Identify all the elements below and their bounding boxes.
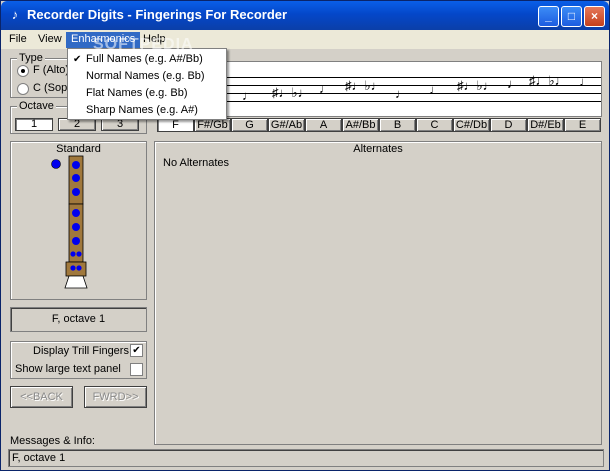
trill-fingers-checkbox[interactable]: ✔	[130, 344, 143, 357]
note-button-g-sharp[interactable]: G#/Ab	[268, 118, 305, 132]
dropdown-item-label: Sharp Names (e.g. A#)	[86, 104, 198, 116]
note-button-f[interactable]: F	[157, 118, 194, 132]
radio-c-soprano-label: C (Sop	[33, 82, 68, 94]
finger-hole-double	[76, 251, 82, 257]
radio-c-soprano[interactable]	[17, 83, 29, 95]
note-asharp-glyph: ♯♩♭♩	[345, 78, 384, 93]
menu-view[interactable]: View	[33, 32, 67, 48]
forward-button[interactable]: FWRD>>	[84, 386, 147, 408]
note-d-glyph: ♩	[507, 76, 520, 91]
status-bar: F, octave 1	[8, 449, 604, 467]
dropdown-item-flat-names[interactable]: Flat Names (e.g. Bb)	[68, 85, 226, 102]
note-button-b[interactable]: B	[379, 118, 416, 132]
large-text-checkbox[interactable]	[130, 363, 143, 376]
note-c-glyph: ♩	[429, 82, 442, 97]
radio-f-alto[interactable]	[17, 65, 29, 77]
check-icon: ✔	[73, 54, 82, 65]
back-button[interactable]: <<BACK	[10, 386, 73, 408]
close-button[interactable]: ×	[584, 6, 605, 27]
note-dsharp-glyph: ♯♩♭♩	[529, 73, 568, 88]
no-alternates-text: No Alternates	[163, 157, 230, 169]
octave-group-label: Octave	[17, 100, 56, 112]
recorder-fingering-diagram	[51, 155, 88, 289]
note-button-a-sharp[interactable]: A#/Bb	[342, 118, 379, 132]
messages-label: Messages & Info:	[10, 435, 95, 447]
finger-hole	[72, 174, 80, 182]
large-text-label: Show large text panel	[15, 363, 121, 375]
note-a-glyph: ♩	[319, 81, 332, 96]
menu-file[interactable]: File	[4, 32, 32, 48]
finger-hole	[72, 209, 80, 217]
trill-fingers-label: Display Trill Fingers	[33, 345, 129, 357]
dropdown-item-full-names[interactable]: ✔ Full Names (e.g. A#/Bb)	[68, 51, 226, 68]
thumb-hole	[51, 159, 61, 169]
radio-f-alto-label: F (Alto)	[33, 64, 70, 76]
alternates-panel: Alternates No Alternates	[154, 141, 602, 445]
menu-bar: File View Enharmonics Help	[1, 30, 609, 49]
menu-enharmonics[interactable]: Enharmonics	[66, 32, 141, 48]
alternates-panel-title: Alternates	[353, 143, 403, 155]
finger-hole	[72, 188, 80, 196]
options-panel: Display Trill Fingers ✔ Show large text …	[10, 341, 147, 379]
note-e-glyph: ♩	[579, 74, 592, 89]
finger-hole	[72, 237, 80, 245]
finger-hole	[72, 161, 80, 169]
note-g-glyph: ♩	[242, 88, 255, 103]
current-note-readout: F, octave 1	[10, 307, 147, 332]
dropdown-item-normal-names[interactable]: Normal Names (e.g. Bb)	[68, 68, 226, 85]
recorder-bell	[64, 275, 88, 289]
note-button-c[interactable]: C	[416, 118, 453, 132]
note-gsharp-glyph: ♯♩♭♩	[272, 85, 311, 100]
note-b-glyph: ♩	[395, 86, 408, 101]
note-button-d[interactable]: D	[490, 118, 527, 132]
standard-panel: Standard	[10, 141, 147, 300]
finger-hole-double	[76, 265, 82, 271]
finger-hole-double	[70, 251, 76, 257]
dropdown-item-sharp-names[interactable]: Sharp Names (e.g. A#)	[68, 102, 226, 119]
app-window: ♪ Recorder Digits - Fingerings For Recor…	[0, 0, 610, 471]
window-title: Recorder Digits - Fingerings For Recorde…	[27, 7, 288, 22]
note-button-a[interactable]: A	[305, 118, 342, 132]
menu-help[interactable]: Help	[138, 32, 171, 48]
maximize-button[interactable]: □	[561, 6, 582, 27]
minimize-button[interactable]: _	[538, 6, 559, 27]
type-group-label: Type	[17, 52, 45, 64]
recorder-foot	[65, 261, 87, 277]
title-bar: ♪ Recorder Digits - Fingerings For Recor…	[1, 1, 609, 30]
enharmonics-dropdown: ✔ Full Names (e.g. A#/Bb) Normal Names (…	[67, 48, 227, 120]
finger-hole	[72, 223, 80, 231]
dropdown-item-label: Flat Names (e.g. Bb)	[86, 87, 188, 99]
finger-hole-double	[70, 265, 76, 271]
dropdown-item-label: Full Names (e.g. A#/Bb)	[86, 53, 203, 65]
recorder-app-icon: ♪	[11, 7, 19, 22]
note-csharp-glyph: ♯♩♭♩	[457, 78, 496, 93]
note-button-c-sharp[interactable]: C#/Db	[453, 118, 490, 132]
note-button-f-sharp[interactable]: F#/Gb	[194, 118, 231, 132]
note-button-d-sharp[interactable]: D#/Eb	[527, 118, 564, 132]
note-button-e[interactable]: E	[564, 118, 601, 132]
octave-1-button[interactable]: 1	[15, 118, 53, 131]
note-button-g[interactable]: G	[231, 118, 268, 132]
dropdown-item-label: Normal Names (e.g. Bb)	[86, 70, 205, 82]
